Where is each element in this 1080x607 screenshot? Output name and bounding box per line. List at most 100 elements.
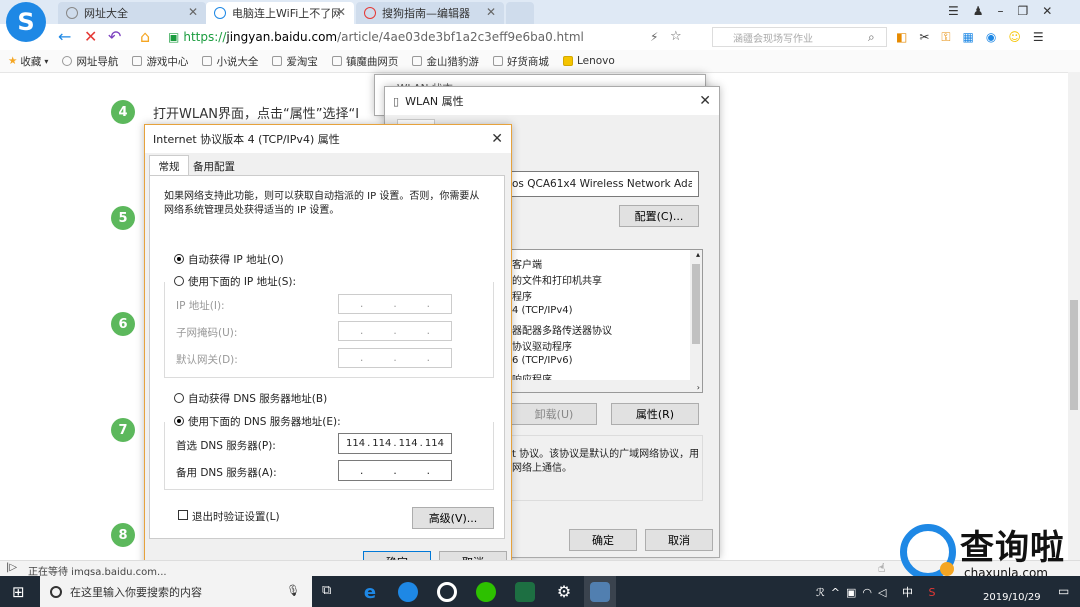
page-scrollbar-thumb[interactable]: [1070, 300, 1078, 410]
page-icon: [492, 56, 503, 66]
back-icon[interactable]: ←: [58, 28, 71, 46]
bookmark-item[interactable]: 金山猎豹游: [412, 54, 479, 69]
bookmark-favorites[interactable]: ★ 收藏 ▾: [8, 54, 48, 69]
tab-sogou-editor[interactable]: 搜狗指南—编辑器 ✕: [356, 2, 504, 24]
auto-dns-label[interactable]: 自动获得 DNS 服务器地址(B): [188, 391, 327, 406]
qq-icon[interactable]: ◉: [986, 30, 1008, 44]
more-icon[interactable]: ☰: [1033, 30, 1056, 44]
list-scrollbar-thumb[interactable]: [692, 264, 700, 344]
restore-icon[interactable]: ❐: [1018, 4, 1043, 18]
tab-wangzhi[interactable]: 网址大全 ✕: [58, 2, 206, 24]
close-icon[interactable]: ✕: [699, 93, 711, 109]
close-icon[interactable]: ✕: [188, 5, 198, 19]
extension-icon[interactable]: ◧: [896, 30, 919, 44]
search-input[interactable]: 涵疆会现场写作业: [712, 27, 887, 47]
properties-button[interactable]: 属性(R): [611, 403, 699, 425]
minimize-icon[interactable]: –: [998, 4, 1018, 18]
microphone-icon[interactable]: 🎙: [286, 584, 300, 597]
tab-general[interactable]: 常规: [149, 155, 189, 176]
ime-indicator[interactable]: 中: [902, 586, 919, 599]
person-icon[interactable]: ℛ: [816, 586, 831, 599]
menu-icon[interactable]: ☰: [948, 4, 973, 18]
list-item[interactable]: 6 (TCP/IPv6): [512, 355, 573, 366]
translate-icon[interactable]: ▦: [963, 30, 986, 44]
close-window-icon[interactable]: ✕: [1042, 4, 1066, 18]
uninstall-button[interactable]: 卸载(U): [511, 403, 597, 425]
subnet-mask-label: 子网掩码(U):: [176, 327, 238, 339]
adapter-field: os QCA61x4 Wireless Network Adapte: [505, 171, 699, 197]
close-icon[interactable]: ✕: [491, 131, 503, 147]
alternate-dns-field[interactable]: ...: [338, 460, 452, 481]
key-icon[interactable]: ⚿: [941, 30, 962, 44]
stop-icon[interactable]: ✕: [84, 28, 97, 46]
auto-ip-label[interactable]: 自动获得 IP 地址(O): [188, 252, 284, 267]
auto-dns-radio[interactable]: [174, 393, 184, 403]
bookmark-item[interactable]: 小说大全: [202, 54, 258, 69]
sogou-browser-logo-icon[interactable]: S: [6, 2, 46, 42]
preferred-dns-field[interactable]: 114. 114. 114. 114: [338, 433, 452, 454]
advanced-button[interactable]: 高级(V)...: [412, 507, 494, 529]
list-hscrollbar[interactable]: [506, 380, 702, 392]
bookmark-item[interactable]: 好货商城: [492, 54, 549, 69]
wechat-icon[interactable]: [476, 582, 496, 602]
sogou-browser-icon[interactable]: [398, 582, 418, 602]
validate-checkbox[interactable]: [178, 510, 188, 520]
cancel-button[interactable]: 取消: [645, 529, 713, 551]
app-ring-icon[interactable]: [437, 582, 457, 602]
bookmark-item[interactable]: 爱淘宝: [272, 54, 318, 69]
task-view-icon[interactable]: ⧉: [322, 583, 331, 598]
settings-gear-icon[interactable]: ⚙: [554, 582, 574, 602]
chevron-down-icon[interactable]: ▴: [696, 250, 700, 259]
list-item[interactable]: 协议驱动程序: [512, 338, 572, 353]
system-tray: ℛ^▣◠◁ 中 S: [816, 584, 941, 600]
star-icon[interactable]: ☆: [670, 28, 682, 46]
home-icon[interactable]: ⌂: [140, 28, 150, 46]
page-icon: [331, 56, 342, 66]
auto-ip-radio[interactable]: [174, 254, 184, 264]
tab-alternate[interactable]: 备用配置: [189, 157, 239, 175]
taskbar-date[interactable]: 2019/10/29: [983, 592, 1041, 603]
tray-app-icon[interactable]: ▣: [846, 586, 862, 599]
chevron-up-icon[interactable]: ^: [831, 586, 846, 599]
shirt-icon[interactable]: ♟: [973, 4, 998, 18]
edge-icon[interactable]: e: [360, 582, 380, 603]
windows-start-icon[interactable]: ⊞: [12, 583, 25, 601]
star-icon: ★: [8, 55, 18, 67]
bookmark-item[interactable]: 网址导航: [62, 54, 118, 69]
sogou-ime-icon[interactable]: S: [928, 586, 941, 599]
page-icon: [132, 56, 143, 66]
alternate-dns-label: 备用 DNS 服务器(A):: [176, 467, 277, 479]
lightning-icon[interactable]: ⚡: [650, 28, 658, 46]
notification-icon[interactable]: ▭: [1058, 584, 1069, 598]
scissors-icon[interactable]: ✂: [919, 30, 941, 44]
step-number: 4: [111, 100, 135, 124]
hand-icon[interactable]: ☝: [878, 561, 885, 575]
sogou-icon: [364, 7, 376, 19]
ok-button[interactable]: 确定: [569, 529, 637, 551]
search-icon[interactable]: ⌕: [868, 28, 875, 46]
taskbar-search-input[interactable]: 在这里输入你要搜索的内容 🎙: [40, 576, 312, 607]
excel-icon[interactable]: [515, 582, 535, 602]
bookmark-item[interactable]: 镇魔曲网页: [331, 54, 398, 69]
list-item[interactable]: 客户端: [512, 256, 542, 271]
list-item[interactable]: 器配器多路传送器协议: [512, 322, 612, 337]
list-item[interactable]: 程序: [512, 288, 532, 303]
list-item[interactable]: 的文件和打印机共享: [512, 272, 602, 287]
bookmark-item[interactable]: 游戏中心: [132, 54, 188, 69]
close-icon[interactable]: ✕: [486, 5, 496, 19]
configure-button[interactable]: 配置(C)...: [619, 205, 699, 227]
chevron-right-icon[interactable]: ›: [697, 383, 700, 392]
list-item[interactable]: 4 (TCP/IPv4): [512, 305, 573, 316]
volume-icon[interactable]: ◁: [878, 586, 892, 599]
url-field[interactable]: ▣ https:// jingyan.baidu.com /article/4a…: [168, 27, 698, 47]
new-tab-button[interactable]: [506, 2, 534, 24]
emoji-icon[interactable]: ☺: [1008, 30, 1033, 44]
tab-wifi-article[interactable]: 电脑连上WiFi上不了网怎 ✕: [206, 2, 354, 24]
undo-icon[interactable]: ↶: [108, 28, 121, 46]
sidebar-toggle-icon[interactable]: |▷: [6, 562, 17, 573]
close-icon[interactable]: ✕: [336, 5, 346, 19]
validate-label[interactable]: 退出时验证设置(L): [192, 509, 280, 524]
wifi-icon[interactable]: ◠: [862, 586, 878, 599]
bookmark-item[interactable]: Lenovo: [562, 55, 615, 67]
components-list[interactable]: 客户端 的文件和打印机共享 程序 4 (TCP/IPv4) 器配器多路传送器协议…: [505, 249, 703, 393]
